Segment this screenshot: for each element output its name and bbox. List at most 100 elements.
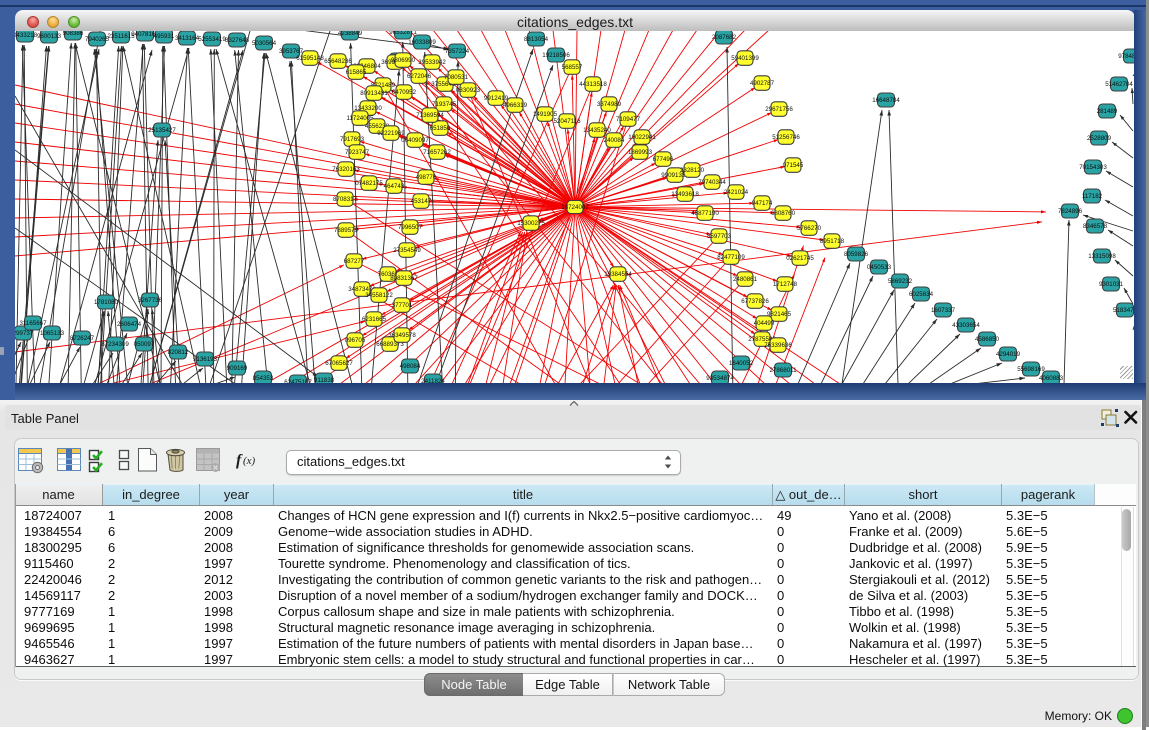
svg-text:79740344: 79740344 [698, 179, 726, 186]
svg-text:06409097: 06409097 [401, 137, 429, 144]
svg-text:0433218: 0433218 [15, 32, 38, 39]
svg-text:71657262: 71657262 [423, 149, 451, 156]
svg-text:27354549: 27354549 [393, 247, 421, 254]
svg-text:19022941: 19022941 [628, 134, 656, 141]
svg-text:6272046: 6272046 [407, 73, 432, 80]
svg-text:2328120: 2328120 [680, 167, 705, 174]
svg-text:909169: 909169 [227, 365, 248, 372]
svg-text:498776: 498776 [416, 174, 437, 181]
svg-text:947174: 947174 [752, 200, 773, 207]
svg-text:19384554: 19384554 [604, 271, 632, 278]
svg-text:13493618: 13493618 [671, 191, 699, 198]
svg-text:0450533: 0450533 [867, 264, 892, 271]
svg-text:34558122: 34558122 [365, 292, 393, 299]
svg-text:55698169: 55698169 [1017, 366, 1045, 373]
svg-text:31165667: 31165667 [19, 320, 47, 327]
svg-text:568557: 568557 [562, 64, 583, 71]
svg-text:281489: 281489 [1097, 108, 1118, 115]
svg-text:7193745: 7193745 [432, 101, 457, 108]
svg-text:4902787: 4902787 [750, 80, 775, 87]
svg-text:687277: 687277 [344, 258, 365, 265]
svg-text:44313518: 44313518 [579, 81, 607, 88]
svg-text:7917693: 7917693 [340, 136, 365, 143]
svg-text:464743: 464743 [384, 183, 405, 190]
svg-text:70154303: 70154303 [1079, 164, 1107, 171]
svg-text:9600133: 9600133 [37, 33, 62, 40]
svg-text:25135427: 25135427 [148, 127, 176, 134]
svg-text:3267736: 3267736 [138, 297, 163, 304]
svg-text:677496: 677496 [653, 156, 674, 163]
svg-text:65648236: 65648236 [324, 58, 352, 65]
svg-text:1640052: 1640052 [729, 360, 754, 367]
svg-text:8346578: 8346578 [1083, 223, 1108, 230]
svg-text:62475107: 62475107 [284, 379, 312, 383]
svg-text:27868011: 27868011 [769, 367, 797, 374]
svg-text:1065133: 1065133 [40, 330, 65, 337]
svg-text:16648784: 16648784 [872, 97, 900, 104]
svg-text:51462704: 51462704 [1105, 81, 1133, 88]
svg-text:1491905: 1491905 [533, 111, 558, 118]
svg-text:61595148: 61595148 [296, 55, 324, 62]
svg-text:2606474: 2606474 [117, 321, 142, 328]
svg-text:071545: 071545 [783, 162, 804, 169]
svg-text:2480861: 2480861 [733, 276, 758, 283]
svg-text:615865: 615865 [346, 69, 367, 76]
svg-text:9912419: 9912419 [484, 95, 509, 102]
svg-text:29671756: 29671756 [765, 106, 793, 113]
svg-text:52553419: 52553419 [198, 36, 226, 43]
svg-text:52047116: 52047116 [553, 118, 581, 125]
svg-text:1607337: 1607337 [931, 307, 956, 314]
svg-text:51256746: 51256746 [772, 134, 800, 141]
svg-text:495931: 495931 [154, 33, 175, 40]
svg-text:2528809: 2528809 [1087, 135, 1112, 142]
svg-text:48877190: 48877190 [691, 210, 719, 217]
svg-text:1781080: 1781080 [94, 299, 119, 306]
svg-text:76320163: 76320163 [332, 166, 360, 173]
svg-text:820812: 820812 [168, 349, 189, 356]
svg-text:6025634: 6025634 [909, 291, 934, 298]
svg-text:2421024: 2421024 [724, 189, 749, 196]
svg-text:240084: 240084 [604, 137, 625, 144]
svg-text:050097: 050097 [134, 341, 155, 348]
svg-text:7824896: 7824896 [1058, 208, 1083, 215]
svg-text:4238849: 4238849 [338, 31, 363, 37]
svg-text:75339636: 75339636 [764, 342, 792, 349]
svg-text:8059826: 8059826 [844, 251, 869, 258]
svg-text:4586850: 4586850 [975, 336, 1000, 343]
svg-text:13315098: 13315098 [1088, 253, 1116, 260]
svg-text:43303654: 43303654 [952, 322, 980, 329]
svg-text:8726247: 8726247 [70, 335, 95, 342]
svg-text:5869232: 5869232 [888, 278, 913, 285]
svg-text:096705: 096705 [345, 337, 366, 344]
svg-text:4966319: 4966319 [503, 102, 528, 109]
svg-text:80913431: 80913431 [360, 90, 388, 97]
svg-text:453147: 453147 [411, 198, 432, 205]
svg-text:5030564: 5030564 [252, 40, 277, 47]
svg-text:96532871: 96532871 [389, 31, 417, 36]
svg-text:07482175: 07482175 [355, 180, 383, 187]
svg-text:15300275: 15300275 [517, 220, 545, 227]
svg-text:7080531: 7080531 [444, 74, 469, 81]
svg-text:7996507: 7996507 [398, 224, 423, 231]
svg-text:0470952: 0470952 [392, 89, 417, 96]
svg-text:498084: 498084 [400, 363, 421, 370]
svg-text:8708317: 8708317 [333, 196, 358, 203]
svg-text:36349578: 36349578 [388, 332, 416, 339]
svg-text:377701: 377701 [392, 302, 413, 309]
svg-text:67065627: 67065627 [325, 360, 353, 367]
svg-text:(x): (x) [243, 455, 256, 467]
svg-text:67737826: 67737826 [741, 298, 769, 305]
svg-text:2411824: 2411824 [421, 378, 445, 383]
svg-text:651850: 651850 [430, 125, 451, 132]
svg-text:117182: 117182 [1082, 193, 1103, 200]
svg-text:4060883: 4060883 [1039, 375, 1064, 382]
svg-text:5183473: 5183473 [1113, 307, 1134, 314]
svg-text:8813054: 8813054 [524, 36, 549, 43]
svg-text:299737: 299737 [15, 330, 34, 337]
svg-text:59401399: 59401399 [731, 55, 759, 62]
svg-text:8327648: 8327648 [225, 37, 250, 44]
svg-text:404499: 404499 [754, 320, 775, 327]
svg-text:5766270: 5766270 [797, 225, 822, 232]
svg-text:19218506: 19218506 [542, 52, 570, 59]
svg-text:1869993: 1869993 [628, 149, 653, 156]
